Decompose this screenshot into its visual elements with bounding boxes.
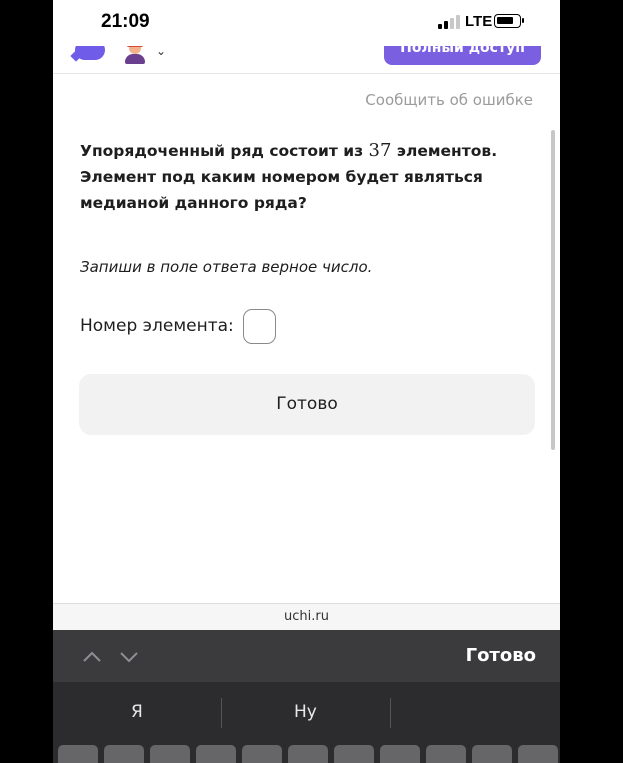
scrollbar[interactable] bbox=[551, 130, 555, 450]
keyboard-key[interactable] bbox=[518, 745, 558, 763]
status-time: 21:09 bbox=[101, 11, 150, 32]
keyboard-key[interactable] bbox=[196, 745, 236, 763]
keyboard-key[interactable] bbox=[288, 745, 328, 763]
answer-label: Номер элемента: bbox=[80, 316, 234, 336]
suggestion-item[interactable]: Я bbox=[131, 702, 143, 722]
signal-icon bbox=[438, 15, 460, 29]
battery-icon bbox=[494, 14, 524, 28]
keyboard-key[interactable] bbox=[380, 745, 420, 763]
url-bar[interactable]: uchi.ru bbox=[53, 603, 560, 630]
suggestion-bar: Я Ну bbox=[53, 682, 560, 744]
keyboard-key[interactable] bbox=[104, 745, 144, 763]
instruction-hint: Запиши в поле ответа верное число. bbox=[80, 258, 373, 276]
chevron-down-icon[interactable] bbox=[119, 647, 139, 667]
app-header: ⌄ Полный доступ bbox=[53, 46, 560, 74]
keyboard-key[interactable] bbox=[426, 745, 466, 763]
done-button[interactable]: Готово bbox=[79, 374, 535, 435]
answer-input[interactable] bbox=[243, 309, 276, 344]
suggestion-item[interactable]: Ну bbox=[294, 702, 317, 722]
chevron-down-icon[interactable]: ⌄ bbox=[156, 46, 166, 58]
keyboard-key[interactable] bbox=[472, 745, 512, 763]
keyboard-done-button[interactable]: Готово bbox=[466, 645, 536, 666]
question-text-start: Упорядоченный ряд состоит из bbox=[80, 142, 369, 160]
keyboard-keys bbox=[53, 744, 560, 763]
full-access-button[interactable]: Полный доступ bbox=[384, 46, 541, 65]
keyboard-key[interactable] bbox=[334, 745, 374, 763]
network-type: LTE bbox=[465, 13, 493, 30]
question-number: 37 bbox=[368, 140, 392, 161]
keyboard-key[interactable] bbox=[242, 745, 282, 763]
phone-screen: 21:09 LTE ⌄ Полный доступ Сообщить об ош… bbox=[53, 0, 560, 763]
chat-icon[interactable] bbox=[75, 46, 105, 60]
report-error-link[interactable]: Сообщить об ошибке bbox=[365, 91, 533, 109]
suggestion-divider bbox=[221, 698, 222, 728]
suggestion-divider bbox=[390, 698, 391, 728]
keyboard-key[interactable] bbox=[58, 745, 98, 763]
status-bar: 21:09 LTE bbox=[53, 0, 560, 46]
keyboard-key[interactable] bbox=[150, 745, 190, 763]
avatar[interactable] bbox=[122, 46, 148, 66]
chevron-up-icon[interactable] bbox=[82, 647, 102, 667]
keyboard-toolbar: Готово bbox=[53, 630, 560, 682]
question-text: Упорядоченный ряд состоит из 37 элементо… bbox=[80, 138, 530, 216]
